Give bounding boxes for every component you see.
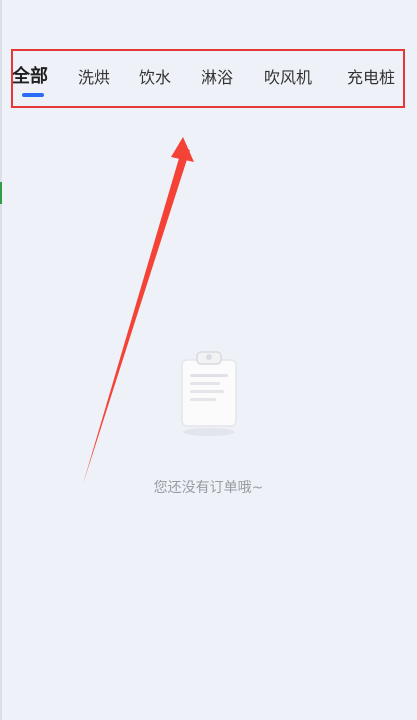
empty-state-message: 您还没有订单哦~ — [153, 480, 264, 496]
annotation-highlight-box — [11, 49, 405, 108]
left-edge-strip — [0, 0, 2, 720]
clipboard-icon — [181, 351, 237, 436]
left-edge-marker — [0, 182, 2, 204]
